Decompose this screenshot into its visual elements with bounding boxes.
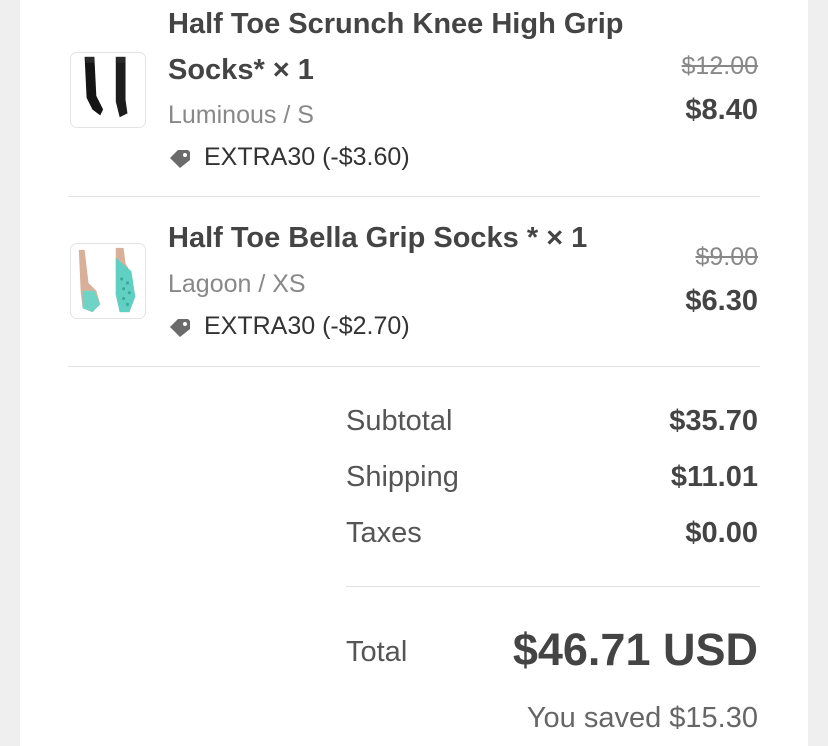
shipping-value: $11.01 [670, 461, 758, 493]
total-value: $46.71 USD [512, 624, 758, 675]
discounted-price: $8.40 [685, 94, 758, 126]
product-title-line1: Half Toe Scrunch Knee High Grip [168, 8, 624, 40]
product-thumbnail [70, 243, 146, 319]
summary-divider [346, 586, 760, 587]
tag-icon [170, 149, 190, 168]
taxes-label: Taxes [346, 517, 422, 549]
order-summary-card: Half Toe Scrunch Knee High Grip Socks* ×… [20, 0, 808, 746]
product-title-line2: Socks* × 1 [168, 54, 314, 86]
tag-icon [170, 318, 190, 337]
subtotal-label: Subtotal [346, 405, 453, 437]
taxes-value: $0.00 [685, 517, 758, 549]
shipping-label: Shipping [346, 461, 459, 493]
discounted-price: $6.30 [685, 285, 758, 317]
black-knee-socks-image [71, 53, 145, 127]
product-title: Half Toe Scrunch Knee High Grip Socks* ×… [168, 1, 668, 93]
savings-text: You saved $15.30 [526, 702, 758, 734]
product-variant: Luminous / S [168, 101, 314, 129]
item-divider [68, 196, 760, 197]
total-label: Total [346, 636, 408, 668]
product-variant: Lagoon / XS [168, 270, 306, 298]
items-bottom-divider [68, 366, 760, 367]
discount-text: EXTRA30 (-$2.70) [204, 312, 410, 340]
original-price: $12.00 [681, 52, 758, 80]
product-thumbnail [70, 52, 146, 128]
original-price: $9.00 [695, 243, 758, 271]
product-title: Half Toe Bella Grip Socks * × 1 [168, 222, 588, 254]
discount-code: EXTRA30 (-$2.70) [168, 312, 410, 341]
discount-code: EXTRA30 (-$3.60) [168, 143, 410, 172]
teal-grip-socks-image [71, 244, 145, 318]
discount-text: EXTRA30 (-$3.60) [204, 143, 410, 171]
subtotal-value: $35.70 [669, 405, 758, 437]
